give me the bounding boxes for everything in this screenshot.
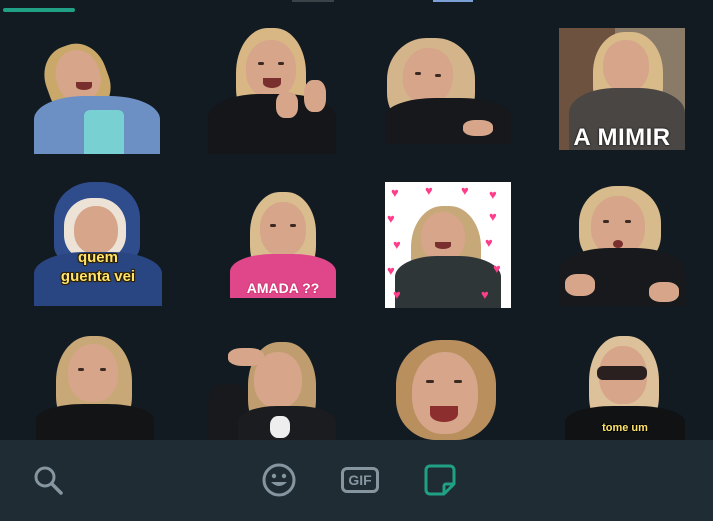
- heart-icon: ♥: [393, 287, 401, 302]
- sticker-grid: A MIMIR quem guenta vei AMADA ?? ♥ ♥ ♥ ♥…: [0, 0, 713, 440]
- sticker-thumbs-up[interactable]: [208, 28, 336, 154]
- emoji-icon[interactable]: [259, 460, 299, 500]
- gif-label: GIF: [341, 467, 379, 493]
- sticker-tome-um[interactable]: tome um: [565, 336, 685, 440]
- sticker-a-mimir[interactable]: A MIMIR: [559, 28, 685, 150]
- heart-icon: ♥: [493, 261, 501, 276]
- sticker-caption: AMADA ??: [246, 280, 320, 296]
- search-icon[interactable]: [28, 460, 68, 500]
- heart-icon: ♥: [387, 211, 395, 226]
- sticker-big-smile[interactable]: [396, 340, 496, 440]
- sticker-quem-guenta[interactable]: quem guenta vei: [34, 182, 162, 306]
- heart-icon: ♥: [489, 187, 497, 202]
- sticker-pout[interactable]: [559, 186, 685, 306]
- gif-button[interactable]: GIF: [340, 464, 380, 496]
- sticker-denim-laugh[interactable]: [34, 40, 160, 154]
- heart-icon: ♥: [461, 183, 469, 198]
- sticker-amada[interactable]: AMADA ??: [230, 192, 336, 298]
- heart-icon: ♥: [425, 183, 433, 198]
- heart-icon: ♥: [387, 263, 395, 278]
- heart-icon: ♥: [481, 287, 489, 302]
- heart-icon: ♥: [391, 185, 399, 200]
- sticker-hand-on-cheek[interactable]: [383, 36, 511, 144]
- sticker-caption: tome um: [602, 422, 648, 434]
- heart-icon: ♥: [393, 237, 401, 252]
- sticker-hand-on-head[interactable]: [208, 340, 336, 440]
- sticker-caption: quem guenta vei: [60, 249, 136, 285]
- sticker-hearts[interactable]: ♥ ♥ ♥ ♥ ♥ ♥ ♥ ♥ ♥ ♥ ♥ ♥: [385, 182, 511, 308]
- heart-icon: ♥: [485, 235, 493, 250]
- sticker-icon[interactable]: [420, 460, 460, 500]
- keyboard-bottom-bar: GIF: [0, 440, 713, 521]
- sticker-caption: A MIMIR: [573, 124, 671, 150]
- heart-icon: ♥: [489, 209, 497, 224]
- sticker-arms-crossed[interactable]: [36, 336, 154, 440]
